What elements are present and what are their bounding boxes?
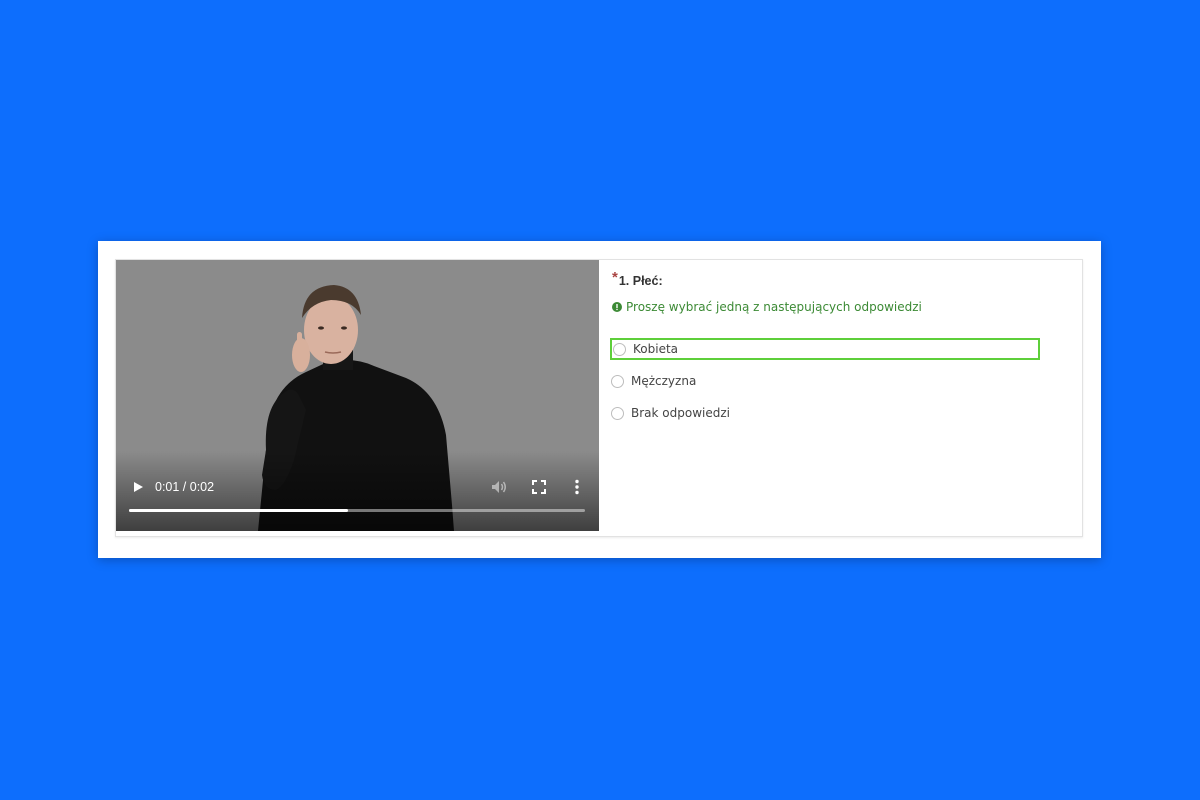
video-progress-fill bbox=[129, 509, 348, 512]
answer-option-brak-odpowiedzi[interactable]: Brak odpowiedzi bbox=[610, 402, 1040, 424]
radio-button[interactable] bbox=[611, 406, 624, 420]
more-options-icon[interactable] bbox=[572, 479, 582, 495]
video-progress-bar[interactable] bbox=[129, 509, 585, 512]
question-panel: *1. Płeć: Proszę wybrać jedną z następuj… bbox=[610, 260, 1082, 531]
volume-icon[interactable] bbox=[491, 480, 507, 494]
video-time: 0:01 / 0:02 bbox=[155, 480, 215, 494]
answer-label: Brak odpowiedzi bbox=[631, 406, 730, 420]
exclamation-circle-icon bbox=[612, 302, 622, 312]
video-controls: 0:01 / 0:02 bbox=[116, 451, 599, 531]
question-help: Proszę wybrać jedną z następujących odpo… bbox=[612, 300, 922, 314]
question-title-text: 1. Płeć: bbox=[618, 274, 663, 288]
radio-button[interactable] bbox=[611, 374, 624, 388]
answer-label: Kobieta bbox=[633, 342, 679, 356]
survey-card: 0:01 / 0:02 *1. Płeć: Proszę wybrać jedn… bbox=[98, 241, 1101, 558]
help-text: Proszę wybrać jedną z następujących odpo… bbox=[626, 300, 922, 314]
fullscreen-icon[interactable] bbox=[532, 480, 546, 494]
answer-option-kobieta[interactable]: Kobieta bbox=[610, 338, 1040, 360]
play-icon[interactable] bbox=[132, 481, 144, 493]
answer-option-mezczyzna[interactable]: Mężczyzna bbox=[610, 370, 1040, 392]
question-title: *1. Płeć: bbox=[612, 269, 663, 289]
question-container: 0:01 / 0:02 *1. Płeć: Proszę wybrać jedn… bbox=[115, 259, 1083, 537]
radio-button[interactable] bbox=[613, 342, 626, 356]
answer-label: Mężczyzna bbox=[631, 374, 697, 388]
sign-language-video[interactable]: 0:01 / 0:02 bbox=[116, 260, 599, 531]
required-mark: * bbox=[612, 269, 618, 286]
